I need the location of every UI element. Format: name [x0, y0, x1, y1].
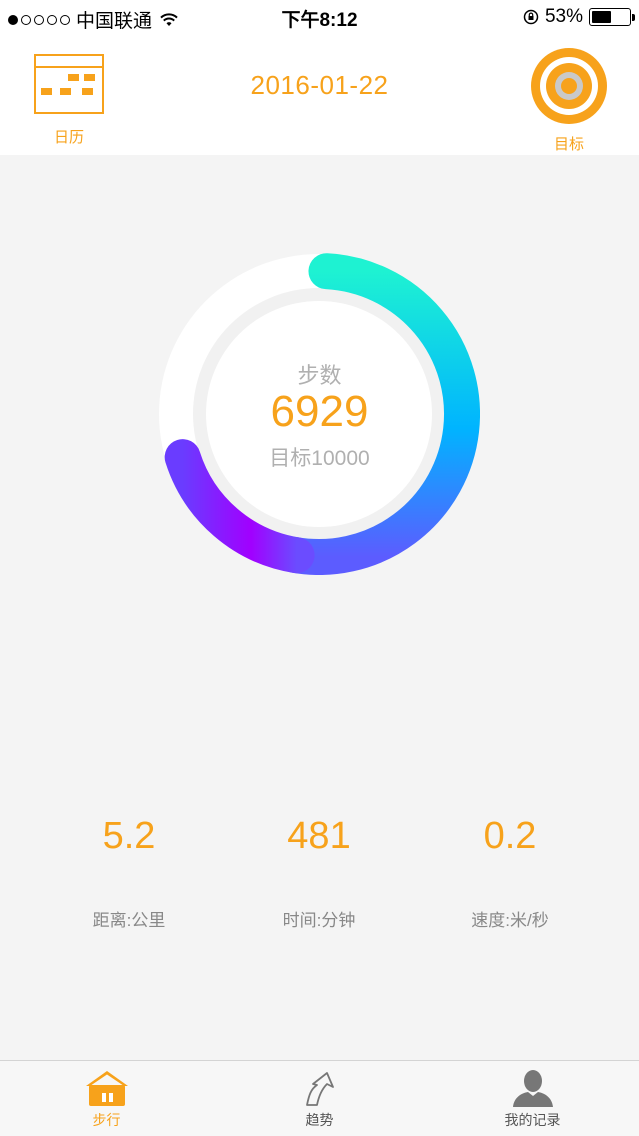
- stat-speed: 0.2 速度:米/秒: [410, 815, 610, 931]
- stat-time: 481 时间:分钟: [219, 815, 419, 931]
- time-value: 481: [287, 815, 351, 857]
- trend-arrow-icon: [305, 1072, 334, 1106]
- status-bar: 中国联通 下午8:12 53%: [0, 0, 639, 34]
- tab-trend-label: 趋势: [305, 1112, 334, 1128]
- calendar-button[interactable]: 日历: [34, 54, 104, 150]
- battery-percent: 53%: [544, 6, 583, 27]
- tab-trend[interactable]: 趋势: [213, 1061, 426, 1136]
- header: 日历 2016-01-22 目标: [0, 34, 639, 155]
- distance-value: 5.2: [102, 815, 156, 857]
- target-label: 目标: [553, 136, 584, 153]
- speed-value: 0.2: [483, 815, 537, 857]
- time-label: 时间:分钟: [282, 911, 356, 930]
- user-icon: [512, 1070, 553, 1107]
- steps-goal: 目标10000: [269, 447, 370, 470]
- tab-walk[interactable]: 步行: [0, 1061, 213, 1136]
- target-button[interactable]: 目标: [529, 46, 609, 153]
- tab-walk-label: 步行: [92, 1112, 121, 1128]
- stat-distance: 5.2 距离:公里: [29, 815, 229, 931]
- speed-label: 速度:米/秒: [471, 911, 549, 930]
- orientation-lock-icon: [523, 9, 539, 25]
- home-icon: [85, 1071, 128, 1106]
- target-icon: [531, 48, 607, 124]
- progress-area: 步数 6929 目标10000: [0, 155, 639, 675]
- steps-count: 6929: [270, 387, 369, 436]
- tab-bar: 步行 趋势 我的记录: [0, 1060, 639, 1136]
- tab-records[interactable]: 我的记录: [426, 1061, 639, 1136]
- calendar-label: 日历: [53, 129, 84, 146]
- status-right: 53%: [523, 6, 635, 28]
- steps-label: 步数: [297, 363, 342, 388]
- battery-fill: [592, 11, 612, 23]
- stats-row: 5.2 距离:公里 481 时间:分钟 0.2 速度:米/秒: [0, 815, 639, 955]
- battery-icon: [589, 8, 635, 26]
- distance-label: 距离:公里: [92, 911, 166, 930]
- tab-records-label: 我的记录: [504, 1112, 561, 1128]
